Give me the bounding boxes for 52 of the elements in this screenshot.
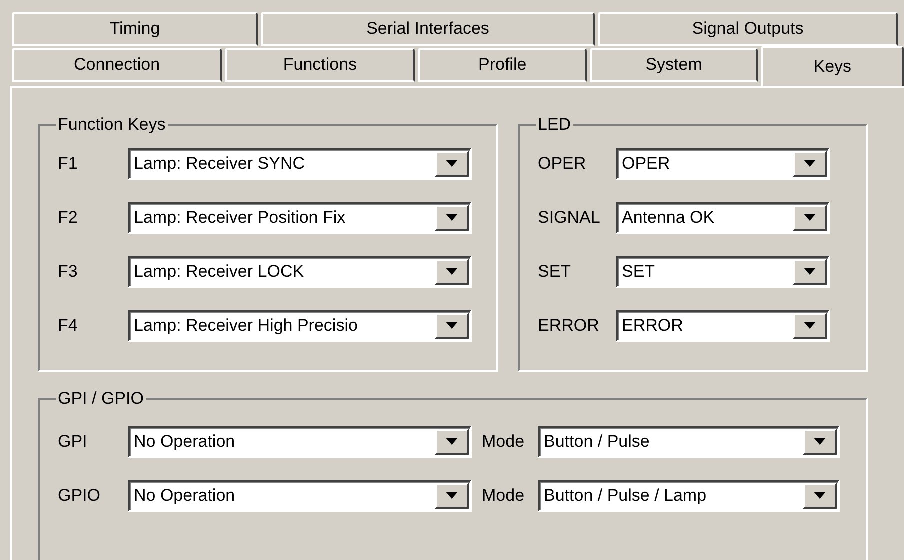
dropdown-arrow-button[interactable]: [435, 312, 469, 338]
tab[interactable]: Timing: [12, 12, 258, 46]
mode-label: Mode: [482, 430, 526, 453]
gpi-label: GPI: [58, 430, 88, 453]
caret-icon: [804, 160, 816, 167]
key-label: F1: [58, 152, 79, 175]
tab[interactable]: Keys: [761, 46, 904, 86]
caret-icon: [446, 160, 458, 167]
dropdown[interactable]: Button / Pulse: [538, 426, 840, 458]
tab[interactable]: Serial Interfaces: [261, 12, 595, 46]
dropdown[interactable]: SET: [616, 256, 830, 288]
dropdown-arrow-button[interactable]: [435, 150, 469, 176]
dropdown-arrow-button[interactable]: [435, 258, 469, 284]
tab[interactable]: Connection: [12, 48, 222, 82]
group-title: Function Keys: [57, 114, 167, 136]
caret-icon: [804, 322, 816, 329]
caret-icon: [804, 214, 816, 221]
gpi-label: GPIO: [58, 484, 102, 507]
tab[interactable]: Profile: [418, 48, 587, 82]
dropdown-arrow-button[interactable]: [435, 482, 469, 508]
dropdown-arrow-button[interactable]: [803, 482, 837, 508]
dropdown-arrow-button[interactable]: [435, 428, 469, 454]
tab[interactable]: Functions: [225, 48, 416, 82]
caret-icon: [446, 214, 458, 221]
dropdown-arrow-button[interactable]: [793, 150, 827, 176]
key-label: F3: [58, 260, 79, 283]
caret-icon: [446, 438, 458, 445]
tab[interactable]: Signal Outputs: [598, 12, 898, 46]
dropdown-arrow-button[interactable]: [793, 258, 827, 284]
caret-icon: [446, 322, 458, 329]
led-label: ERROR: [538, 314, 600, 337]
dropdown[interactable]: OPER: [616, 148, 830, 180]
group-title: LED: [537, 114, 572, 136]
caret-icon: [804, 268, 816, 275]
dropdown-arrow-button[interactable]: [435, 204, 469, 230]
group-title: GPI / GPIO: [57, 388, 145, 410]
caret-icon: [814, 492, 826, 499]
dropdown[interactable]: Antenna OK: [616, 202, 830, 234]
dropdown-arrow-button[interactable]: [793, 204, 827, 230]
dropdown-arrow-button[interactable]: [803, 428, 837, 454]
caret-icon: [446, 268, 458, 275]
caret-icon: [446, 492, 458, 499]
key-label: F2: [58, 206, 79, 229]
led-label: OPER: [538, 152, 588, 175]
caret-icon: [814, 438, 826, 445]
dropdown-arrow-button[interactable]: [793, 312, 827, 338]
led-label: SET: [538, 260, 572, 283]
tab[interactable]: System: [590, 48, 758, 82]
key-label: F4: [58, 314, 79, 337]
led-label: SIGNAL: [538, 206, 602, 229]
mode-label: Mode: [482, 484, 526, 507]
dropdown[interactable]: ERROR: [616, 310, 830, 342]
